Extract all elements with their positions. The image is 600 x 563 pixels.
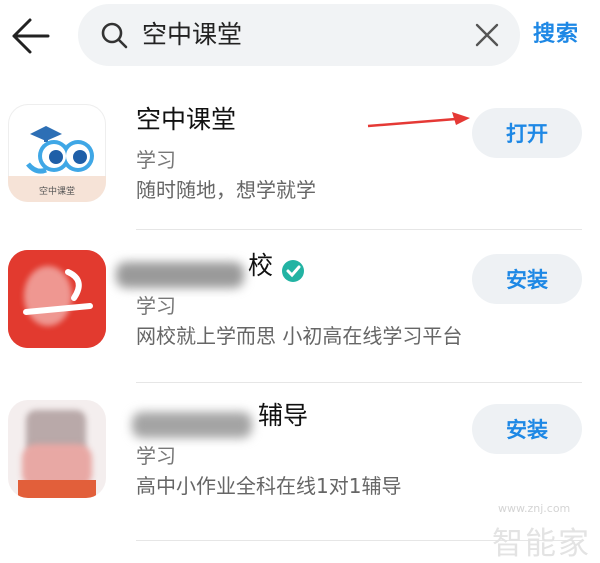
install-button[interactable]: 安装 [472, 404, 582, 454]
divider [136, 382, 582, 383]
search-box[interactable]: 空中课堂 [78, 4, 520, 66]
app-category: 学习 [136, 148, 176, 172]
back-button[interactable] [8, 14, 52, 58]
blurred-name [132, 412, 252, 438]
app-description: 网校就上学而思 小初高在线学习平台 [136, 324, 463, 348]
app-logo-icon [8, 400, 106, 498]
back-arrow-icon [12, 18, 50, 54]
app-name: 空中课堂 [136, 105, 237, 134]
install-button[interactable]: 安装 [472, 254, 582, 304]
app-name: 辅导 [258, 401, 309, 430]
app-description: 高中小作业全科在线1对1辅导 [136, 474, 402, 498]
annotation-arrow-icon [367, 112, 470, 128]
app-logo-icon [8, 250, 106, 348]
blurred-name [116, 262, 244, 288]
watermark-url: www.znj.com [498, 502, 571, 515]
list-item[interactable]: 校 学习 网校就上学而思 小初高在线学习平台 安装 [0, 244, 600, 370]
app-name: 校 [248, 251, 274, 280]
app-icon-kongzhong: 空中课堂 [8, 104, 106, 202]
list-item[interactable]: 空中课堂 空中课堂 学习 随时随地，想学就学 打开 [0, 98, 600, 224]
app-icon-tutor [8, 400, 106, 498]
search-button[interactable]: 搜索 [533, 18, 579, 52]
app-category: 学习 [136, 444, 176, 468]
svg-text:空中课堂: 空中课堂 [39, 185, 75, 197]
search-input[interactable]: 空中课堂 [142, 18, 242, 52]
app-description: 随时随地，想学就学 [136, 178, 316, 202]
app-icon-xueersi [8, 250, 106, 348]
search-icon [101, 22, 128, 49]
owl-logo-icon: 空中课堂 [8, 126, 106, 202]
watermark: 智能家 [492, 526, 591, 562]
open-button[interactable]: 打开 [472, 108, 582, 158]
clear-icon[interactable] [474, 22, 500, 48]
divider [136, 229, 582, 230]
verified-badge-icon [282, 260, 304, 282]
app-category: 学习 [136, 294, 176, 318]
